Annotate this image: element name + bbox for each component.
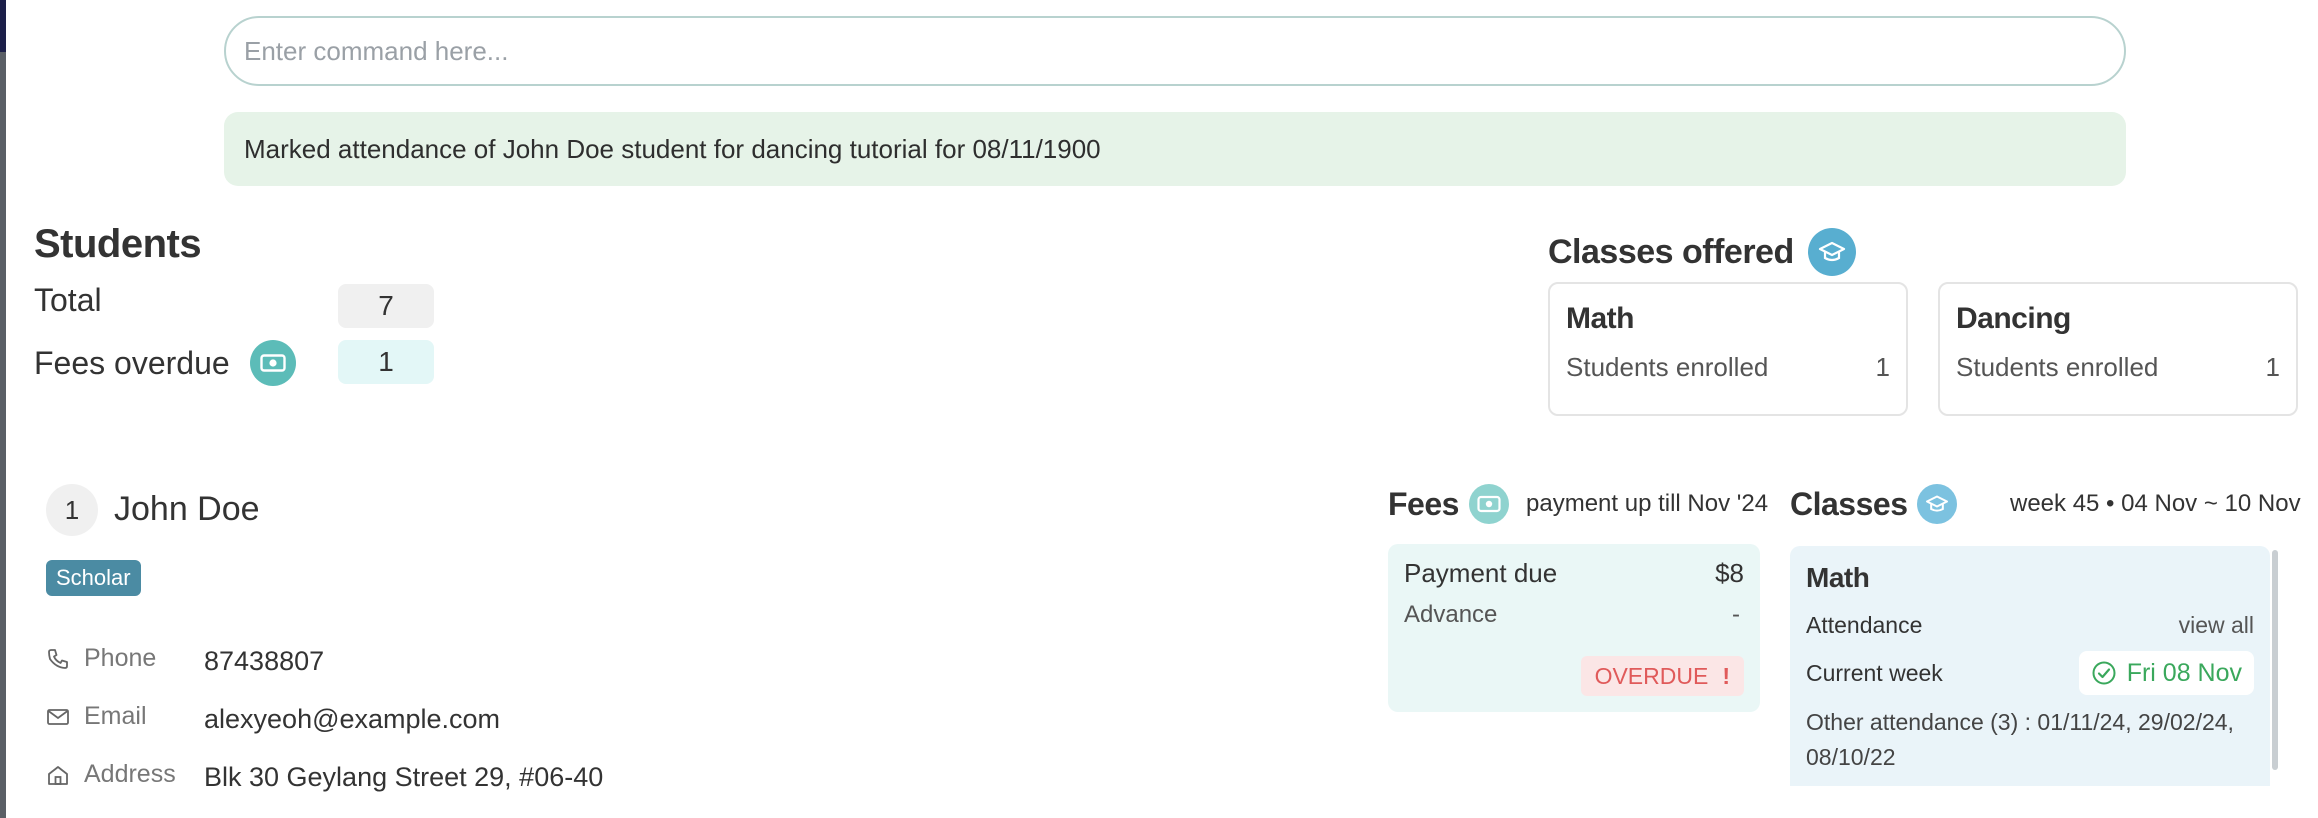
total-row: Total xyxy=(34,282,102,319)
view-all-link[interactable]: view all xyxy=(2179,612,2254,639)
class-card-math[interactable]: Math Students enrolled 1 xyxy=(1548,282,1908,416)
email-row: Email xyxy=(46,702,147,731)
student-name: John Doe xyxy=(114,490,260,528)
classes-offered-title: Classes offered xyxy=(1548,232,1794,271)
graduation-cap-icon xyxy=(1807,228,1856,276)
fees-title: Fees xyxy=(1388,485,1459,522)
graduation-cap-icon xyxy=(1917,484,1958,524)
class-card-dancing[interactable]: Dancing Students enrolled 1 xyxy=(1938,282,2298,416)
overdue-status-text: OVERDUE xyxy=(1594,662,1709,689)
students-title: Students xyxy=(34,222,202,266)
attendance-label: Attendance xyxy=(1806,612,1923,638)
other-attendance: Other attendance (3) : 01/11/24, 29/02/2… xyxy=(1806,709,2234,770)
current-week-chip: Fri 08 Nov xyxy=(2078,651,2254,695)
classes-header: Classes xyxy=(1790,484,1958,524)
alert-icon: ! xyxy=(1722,662,1730,689)
phone-value: 87438807 xyxy=(204,646,325,676)
classes-subtitle: week 45 • 04 Nov ~ 10 Nov xyxy=(2010,490,2301,517)
command-input[interactable] xyxy=(224,16,2126,86)
fees-panel: Payment due $8 Advance - OVERDUE ! xyxy=(1388,544,1760,712)
current-week-value: Fri 08 Nov xyxy=(2126,658,2242,687)
current-week-label: Current week xyxy=(1806,659,1943,686)
phone-label: Phone xyxy=(84,644,157,672)
classes-offered-header: Classes offered xyxy=(1548,228,1856,276)
class-card-name: Math xyxy=(1566,302,1635,335)
window-edge xyxy=(0,0,6,818)
student-index: 1 xyxy=(46,484,98,536)
phone-row: Phone xyxy=(46,644,156,673)
window-edge-top xyxy=(0,0,6,52)
money-icon xyxy=(1468,484,1509,524)
total-label: Total xyxy=(34,282,102,318)
total-value: 7 xyxy=(338,284,434,328)
class-card-name: Dancing xyxy=(1956,302,2071,335)
fees-overdue-value: 1 xyxy=(338,340,434,384)
mail-icon xyxy=(47,708,69,725)
result-display: Marked attendance of John Doe student fo… xyxy=(224,112,2126,186)
address-row: Address xyxy=(46,760,176,789)
class-name: Math xyxy=(1806,562,1870,593)
advance-label: Advance xyxy=(1404,601,1498,628)
phone-icon xyxy=(48,648,68,669)
overdue-status-badge: OVERDUE ! xyxy=(1580,656,1744,696)
email-value: alexyeoh@example.com xyxy=(204,704,501,734)
fees-header: Fees xyxy=(1388,484,1509,524)
class-card-label: Students enrolled xyxy=(1956,352,2159,382)
result-message: Marked attendance of John Doe student fo… xyxy=(244,133,1101,164)
home-icon xyxy=(48,765,68,785)
fees-subtitle: payment up till Nov '24 xyxy=(1526,490,1769,517)
money-icon xyxy=(249,340,296,386)
email-label: Email xyxy=(84,702,147,730)
fees-overdue-label: Fees overdue xyxy=(34,344,230,381)
address-label: Address xyxy=(84,760,176,788)
address-value: Blk 30 Geylang Street 29, #06-40 xyxy=(204,762,604,792)
class-card-count: 1 xyxy=(2265,352,2280,382)
payment-due-value: $8 xyxy=(1715,558,1744,588)
fees-overdue-row: Fees overdue xyxy=(34,340,296,386)
payment-due-label: Payment due xyxy=(1404,558,1558,588)
scrollbar[interactable] xyxy=(2272,550,2278,770)
advance-value: - xyxy=(1732,601,1740,628)
class-attendance-panel: Math Attendance view all Current week Fr… xyxy=(1790,546,2270,786)
check-circle-icon xyxy=(2092,661,2116,685)
classes-title: Classes xyxy=(1790,485,1908,522)
student-tag: Scholar xyxy=(46,560,141,596)
class-card-label: Students enrolled xyxy=(1566,352,1769,382)
class-card-count: 1 xyxy=(1875,352,1890,382)
